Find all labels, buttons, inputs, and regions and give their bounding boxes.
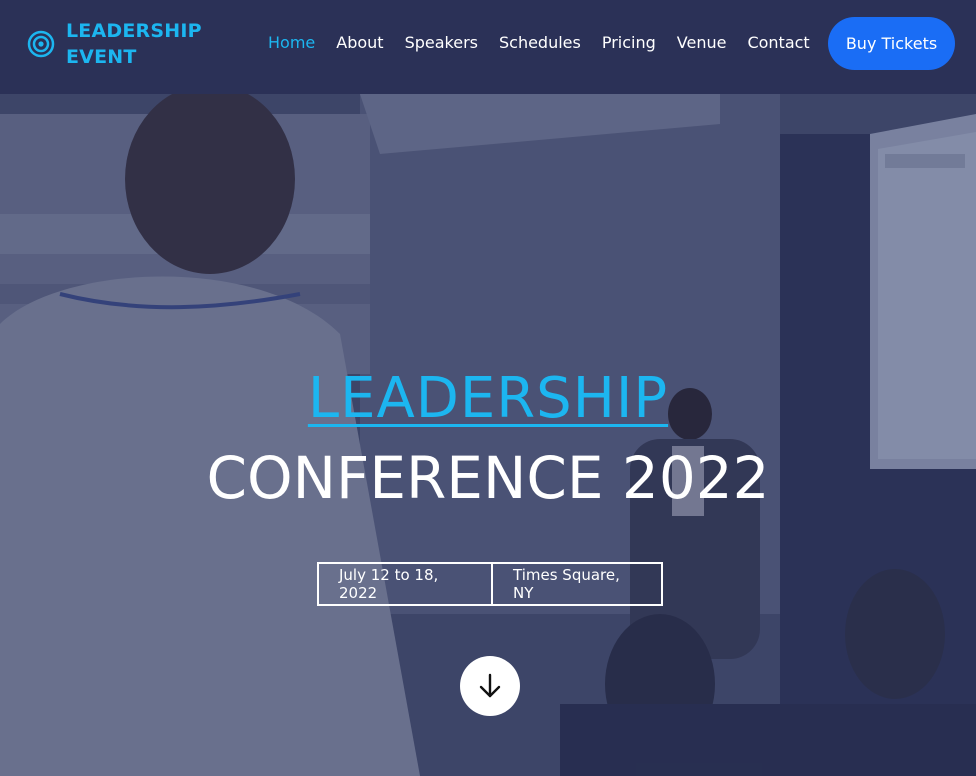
arrow-down-icon bbox=[479, 673, 501, 698]
brand-logo[interactable]: LEADERSHIP EVENT bbox=[27, 18, 202, 70]
nav-link-contact[interactable]: Contact bbox=[747, 33, 809, 52]
nav-link-home[interactable]: Home bbox=[268, 33, 315, 52]
hero-title-main: CONFERENCE 2022 bbox=[206, 444, 770, 512]
buy-tickets-button[interactable]: Buy Tickets bbox=[828, 17, 955, 70]
nav-link-venue[interactable]: Venue bbox=[677, 33, 727, 52]
nav-link-pricing[interactable]: Pricing bbox=[602, 33, 656, 52]
hero-title-highlight-text[interactable]: LEADERSHIP bbox=[308, 366, 668, 431]
brand-name: LEADERSHIP EVENT bbox=[66, 18, 202, 70]
main-nav: Home About Speakers Schedules Pricing Ve… bbox=[268, 33, 831, 52]
hero-title-highlight[interactable]: LEADERSHIP bbox=[0, 366, 976, 431]
navbar: LEADERSHIP EVENT Home About Speakers Sch… bbox=[0, 0, 976, 94]
nav-link-speakers[interactable]: Speakers bbox=[405, 33, 478, 52]
hero-section: LEADERSHIP CONFERENCE 2022 July 12 to 18… bbox=[0, 94, 976, 776]
event-info-box: July 12 to 18, 2022 Times Square, NY bbox=[317, 562, 663, 606]
brand-line-2: EVENT bbox=[66, 46, 137, 68]
target-icon bbox=[27, 30, 55, 58]
nav-link-schedules[interactable]: Schedules bbox=[499, 33, 581, 52]
brand-line-1: LEADERSHIP bbox=[66, 20, 202, 42]
nav-link-about[interactable]: About bbox=[336, 33, 383, 52]
event-location: Times Square, NY bbox=[513, 566, 620, 602]
event-date: July 12 to 18, 2022 bbox=[319, 564, 493, 604]
scroll-down-button[interactable] bbox=[460, 656, 520, 716]
